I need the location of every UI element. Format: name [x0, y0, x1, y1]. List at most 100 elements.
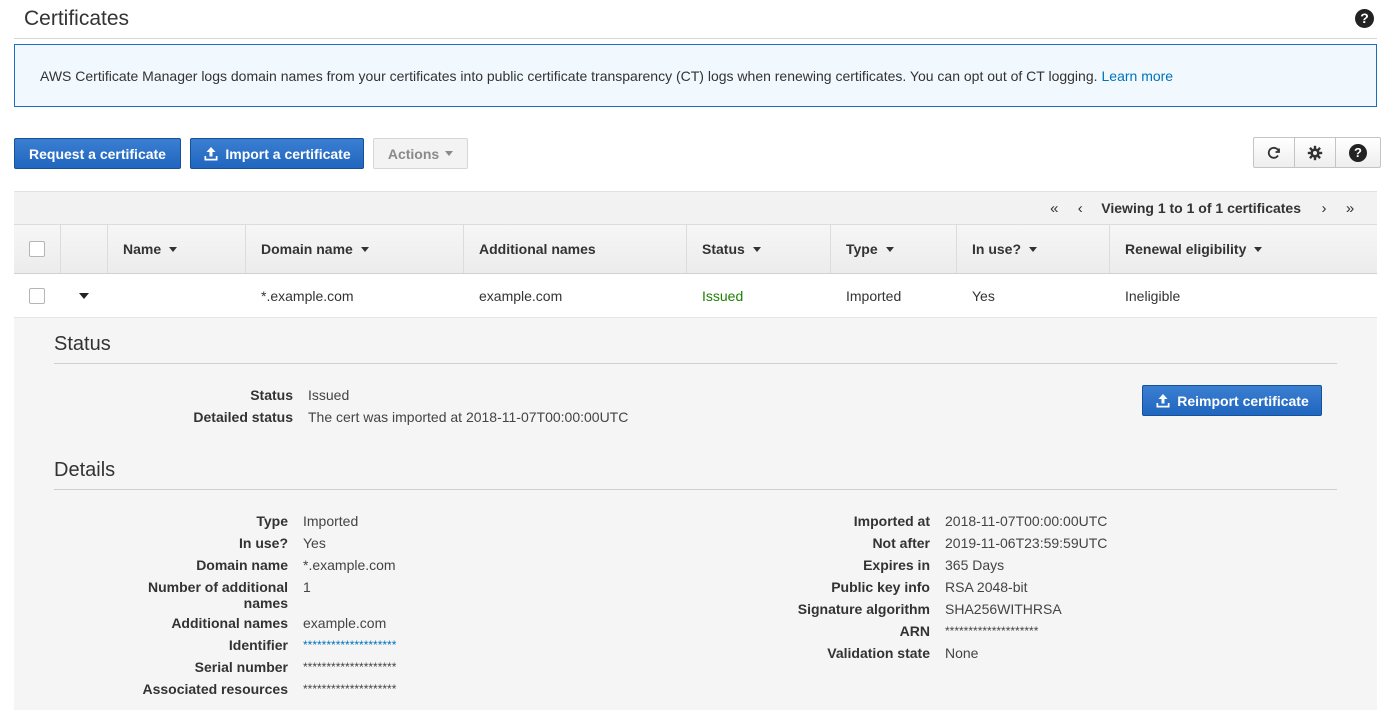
table-help-button[interactable]: ? [1336, 138, 1380, 167]
import-certificate-label: Import a certificate [225, 145, 351, 162]
sort-caret-icon [885, 246, 894, 252]
request-certificate-button[interactable]: Request a certificate [14, 138, 181, 169]
expires-in-value: 365 Days [945, 557, 1005, 573]
reimport-certificate-button[interactable]: Reimport certificate [1142, 385, 1322, 416]
column-label: Type [846, 241, 878, 257]
upload-icon [1156, 393, 1170, 407]
in-use-label: In use? [238, 535, 288, 551]
caret-down-icon [445, 151, 454, 156]
imported-at-label: Imported at [853, 513, 930, 529]
cell-renewal-eligibility: Ineligible [1125, 287, 1181, 304]
row-expand-toggle[interactable] [61, 292, 108, 299]
validation-state-value: None [945, 645, 979, 661]
table-row[interactable]: *.example.com example.com Issued Importe… [14, 274, 1377, 318]
actions-label: Actions [387, 145, 440, 162]
help-icon: ? [1349, 143, 1367, 162]
sort-caret-icon [360, 246, 369, 252]
sort-caret-icon [169, 246, 178, 252]
associated-resources-label: Associated resources [142, 681, 288, 697]
upload-icon [204, 146, 218, 160]
certificate-detail-panel: Status Status Issued Detailed status The… [14, 318, 1377, 710]
column-header-status[interactable]: Status [687, 225, 831, 273]
detailed-status-value: The cert was imported at 2018-11-07T00:0… [308, 409, 629, 425]
not-after-label: Not after [872, 535, 930, 551]
sort-caret-icon [752, 246, 761, 252]
in-use-value: Yes [303, 535, 326, 551]
row-select-cell [14, 287, 61, 304]
import-certificate-button[interactable]: Import a certificate [190, 138, 364, 169]
column-header-type[interactable]: Type [831, 225, 957, 273]
signature-algorithm-label: Signature algorithm [797, 601, 930, 617]
status-value: Issued [308, 387, 350, 403]
details-section-divider [54, 489, 1337, 490]
cell-status: Issued [702, 287, 744, 304]
domain-name-value: *.example.com [303, 557, 396, 573]
request-certificate-label: Request a certificate [29, 145, 166, 162]
page-title: Certificates [24, 7, 130, 30]
select-all-cell [14, 225, 61, 273]
identifier-label: Identifier [228, 637, 288, 653]
prev-page-icon[interactable]: ‹ [1071, 200, 1089, 217]
column-header-renewal-eligibility[interactable]: Renewal eligibility [1110, 225, 1377, 273]
help-icon[interactable]: ? [1355, 9, 1374, 28]
additional-names-label: Additional names [171, 615, 288, 631]
serial-number-label: Serial number [194, 659, 288, 675]
arn-label: ARN [899, 623, 930, 639]
validation-state-label: Validation state [827, 645, 930, 661]
details-section-title: Details [54, 459, 116, 481]
column-header-additional-names: Additional names [464, 225, 687, 273]
cell-additional-names: example.com [479, 287, 563, 304]
expires-in-label: Expires in [863, 557, 930, 573]
detailed-status-label: Detailed status [193, 409, 293, 425]
signature-algorithm-value: SHA256WITHRSA [945, 601, 1062, 617]
column-label: Renewal eligibility [1125, 241, 1247, 257]
certificates-table: « ‹ Viewing 1 to 1 of 1 certificates › »… [14, 191, 1377, 318]
refresh-button[interactable] [1254, 138, 1295, 167]
pagination-bar: « ‹ Viewing 1 to 1 of 1 certificates › » [14, 191, 1377, 224]
imported-at-value: 2018-11-07T00:00:00UTC [945, 513, 1108, 529]
associated-resources-value: ******************** [303, 682, 397, 696]
refresh-icon [1267, 146, 1280, 159]
additional-names-count-label: Number of additional names [148, 579, 288, 611]
status-label: Status [250, 387, 293, 403]
status-section-title: Status [54, 333, 111, 355]
learn-more-link[interactable]: Learn more [1102, 68, 1174, 84]
column-label: Name [123, 241, 162, 257]
table-header: Name Domain name Additional names Status… [14, 224, 1377, 274]
settings-button[interactable] [1295, 138, 1336, 167]
column-label: Additional names [479, 241, 596, 257]
not-after-value: 2019-11-06T23:59:59UTC [945, 535, 1108, 551]
banner-text: AWS Certificate Manager logs domain name… [40, 67, 1098, 84]
public-key-info-value: RSA 2048-bit [945, 579, 1028, 595]
table-tools: ? [1253, 137, 1381, 168]
domain-name-label: Domain name [196, 557, 288, 573]
identifier-link[interactable]: ******************** [303, 637, 396, 653]
gear-icon [1307, 145, 1323, 160]
type-value: Imported [303, 513, 359, 529]
column-header-name[interactable]: Name [108, 225, 246, 273]
column-header-in-use[interactable]: In use? [957, 225, 1110, 273]
cell-domain-name: *.example.com [261, 287, 354, 304]
column-label: Domain name [261, 241, 353, 257]
expand-caret-icon [79, 292, 89, 299]
sort-caret-icon [1029, 246, 1038, 252]
reimport-certificate-label: Reimport certificate [1177, 392, 1309, 409]
first-page-icon[interactable]: « [1045, 200, 1063, 217]
title-divider [14, 38, 1377, 39]
cell-in-use: Yes [972, 287, 995, 304]
column-label: Status [702, 241, 745, 257]
select-all-checkbox[interactable] [29, 241, 45, 257]
actions-dropdown[interactable]: Actions [373, 138, 468, 169]
status-section-divider [54, 363, 1337, 364]
column-header-domain-name[interactable]: Domain name [246, 225, 464, 273]
last-page-icon[interactable]: » [1341, 200, 1359, 217]
row-checkbox[interactable] [29, 287, 45, 304]
cell-type: Imported [846, 287, 902, 304]
expand-column-header [61, 225, 108, 273]
additional-names-value: example.com [303, 615, 387, 631]
next-page-icon[interactable]: › [1315, 200, 1333, 217]
pagination-text: Viewing 1 to 1 of 1 certificates [1101, 200, 1301, 216]
type-label: Type [256, 513, 288, 529]
serial-number-value: ******************** [303, 660, 397, 674]
column-label: In use? [972, 241, 1022, 257]
